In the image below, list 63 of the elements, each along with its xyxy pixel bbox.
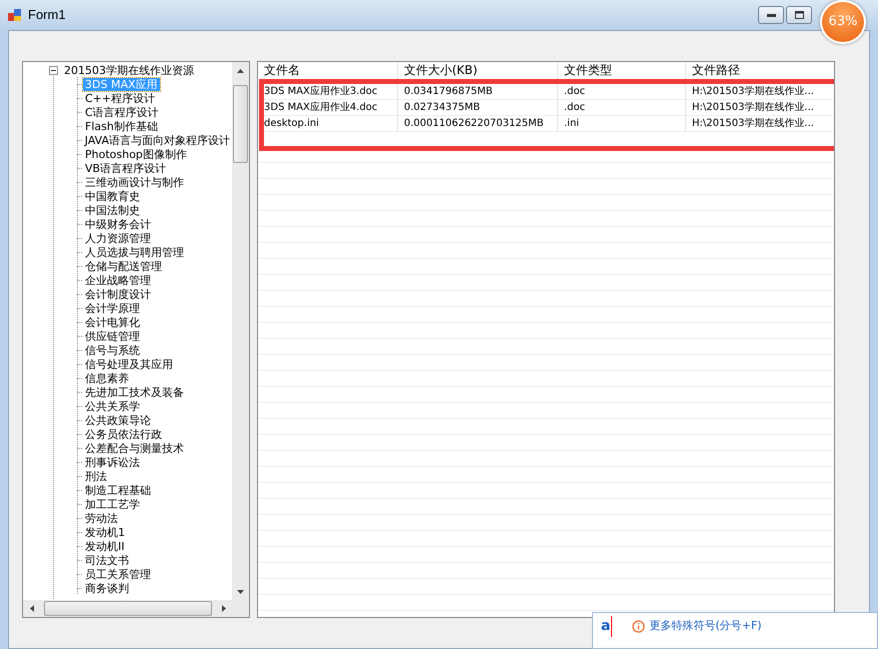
scrollbar-thumb[interactable] [44, 601, 212, 616]
tree-node[interactable]: 人员选拔与聘用管理 [83, 246, 186, 258]
tree-node[interactable]: 加工工艺学 [83, 498, 142, 510]
app-icon [8, 8, 22, 22]
restore-button[interactable] [786, 6, 812, 24]
minimize-button[interactable] [758, 6, 784, 24]
table-cell: H:\201503学期在线作业... [686, 84, 834, 100]
tree-node[interactable]: 会计电算化 [83, 316, 142, 328]
file-grid[interactable]: 文件名 文件大小(KB) 文件类型 文件路径 3DS MAX应用作业3.doc 0.0341796875MB .doc H:\201503学期在线作业... 3DS MAX应用作业4.doc 0.02734375MB .doc H:\201503学期在线作业... desktop.ini 0.000110626220703125MB .ini H:\201503学期在线作业... [257, 61, 835, 618]
minimize-icon [766, 14, 776, 16]
tree-node[interactable]: 中级财务会计 [83, 218, 153, 230]
restore-icon [794, 11, 804, 19]
tree-node[interactable]: 会计制度设计 [83, 288, 153, 300]
table-cell: 0.0341796875MB [398, 84, 558, 100]
table-cell: H:\201503学期在线作业... [686, 116, 834, 132]
tree-node[interactable]: 信号处理及其应用 [83, 358, 175, 370]
tree-node[interactable]: 刑法 [83, 470, 109, 482]
table-cell: 3DS MAX应用作业3.doc [258, 84, 398, 100]
hint-text: 更多特殊符号(分号+F) [649, 618, 762, 634]
tree-node[interactable]: 中国教育史 [83, 190, 142, 202]
tree-node[interactable]: 商务谈判 [83, 582, 131, 594]
tree-node[interactable]: 企业战略管理 [83, 274, 153, 286]
tree-node[interactable]: Photoshop图像制作 [83, 148, 189, 160]
table-cell: .ini [558, 116, 686, 132]
tree-node[interactable]: JAVA语言与面向对象程序设计 [82, 134, 232, 146]
tree-node[interactable]: 司法文书 [83, 554, 131, 566]
table-cell: H:\201503学期在线作业... [686, 100, 834, 116]
tree-node[interactable]: 员工关系管理 [83, 568, 153, 580]
window-title: Form1 [28, 6, 66, 24]
tree-node[interactable]: 信号与系统 [83, 344, 142, 356]
tree-node[interactable]: Flash制作基础 [83, 120, 160, 132]
tree-node[interactable]: 公务员依法行政 [83, 428, 164, 440]
tree-node[interactable]: 发动机1 [83, 526, 127, 538]
tree-node[interactable]: 人力资源管理 [83, 232, 153, 244]
typed-text: a [601, 616, 612, 636]
table-cell: desktop.ini [258, 116, 398, 132]
tree-node[interactable]: 公共关系学 [83, 400, 142, 412]
tree-node[interactable]: 公共政策导论 [83, 414, 153, 426]
tree-node[interactable]: 会计学原理 [83, 302, 142, 314]
table-cell: 3DS MAX应用作业4.doc [258, 100, 398, 116]
tree-node[interactable]: C++程序设计 [83, 92, 158, 104]
scrollbar-thumb[interactable] [233, 85, 248, 163]
tree-node[interactable]: 201503学期在线作业资源 [62, 64, 196, 76]
collapse-icon[interactable] [49, 66, 58, 74]
tree-node[interactable]: 中国法制史 [83, 204, 142, 216]
tree-node[interactable]: 公差配合与测量技术 [83, 442, 186, 454]
tree-node[interactable]: 刑事诉讼法 [83, 456, 142, 468]
tree-node[interactable]: 供应链管理 [83, 330, 142, 342]
tree-node[interactable]: 劳动法 [83, 512, 120, 524]
tree-node[interactable]: 发动机II [83, 540, 126, 552]
table-cell: 0.02734375MB [398, 100, 558, 116]
info-icon [632, 620, 646, 632]
tree-node[interactable]: 仓储与配送管理 [83, 260, 164, 272]
table-cell: .doc [558, 84, 686, 100]
table-cell: .doc [558, 100, 686, 116]
tree-node[interactable]: 信息素养 [83, 372, 131, 384]
tree-view[interactable] [22, 61, 250, 618]
tree-node[interactable]: VB语言程序设计 [83, 162, 168, 174]
tree-node[interactable]: 三维动画设计与制作 [83, 176, 186, 188]
tree-node[interactable]: 制造工程基础 [83, 484, 153, 496]
tree-node[interactable]: 先进加工技术及装备 [83, 386, 186, 398]
table-cell: 0.000110626220703125MB [398, 116, 558, 132]
tree-node[interactable]: C语言程序设计 [83, 106, 161, 118]
